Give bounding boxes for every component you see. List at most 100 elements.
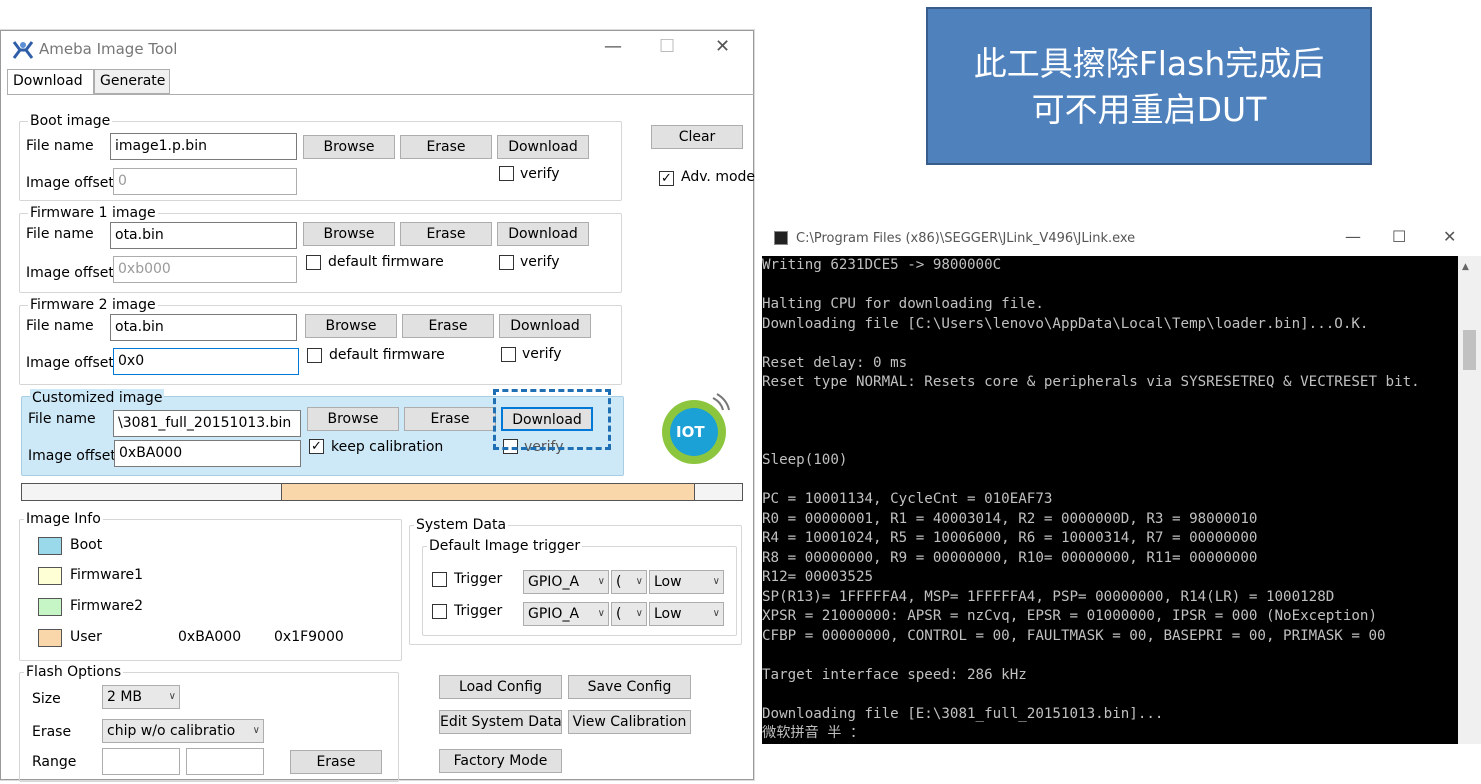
firmware2-legend-label: Firmware2 [70, 598, 144, 614]
jlink-window-title: C:\Program Files (x86)\SEGGER\JLink_V496… [796, 231, 1136, 246]
trigger2-pin-value: ( [616, 606, 622, 622]
trigger2-level-select[interactable]: Low ∨ [649, 602, 724, 626]
system-data-title: System Data [414, 516, 509, 534]
fw1-file-input[interactable]: ota.bin [110, 222, 297, 249]
ameba-titlebar[interactable]: Ameba Image Tool — ☐ ✕ [1, 31, 753, 67]
firmware1-image-group: Firmware 1 image File name ota.bin Brows… [19, 204, 622, 293]
fw1-file-label: File name [26, 226, 94, 242]
annotation-callout: 此工具擦除Flash完成后 可不用重启DUT [926, 7, 1372, 165]
minimize-button[interactable]: — [604, 35, 622, 59]
boot-verify-checkbox[interactable] [499, 166, 514, 181]
download-highlight-box [493, 389, 611, 450]
maximize-button[interactable]: ☐ [659, 35, 675, 59]
fw2-file-input[interactable]: ota.bin [110, 314, 297, 341]
custom-file-input[interactable]: \3081_full_20151013.bin [113, 410, 301, 437]
view-calibration-button[interactable]: View Calibration [568, 710, 691, 734]
scroll-up-icon[interactable]: ▲ [1462, 262, 1469, 272]
boot-erase-button[interactable]: Erase [400, 135, 492, 159]
fw1-offset-input[interactable]: 0xb000 [113, 256, 297, 283]
save-config-button[interactable]: Save Config [568, 675, 691, 699]
iot-logo-text: IOT [676, 423, 705, 441]
fw1-default-firmware-checkbox[interactable] [306, 255, 321, 270]
flash-size-label: Size [32, 691, 61, 707]
trigger2-gpio-select[interactable]: GPIO_A ∨ [523, 602, 609, 626]
factory-mode-button[interactable]: Factory Mode [439, 749, 562, 773]
console-output[interactable]: Writing 6231DCE5 -> 9800000C Halting CPU… [762, 256, 1458, 744]
boot-color-swatch [38, 537, 62, 555]
custom-offset-label: Image offset [28, 448, 116, 464]
flash-range-end-input[interactable] [186, 748, 264, 775]
chevron-down-icon: ∨ [597, 576, 605, 587]
trigger1-gpio-select[interactable]: GPIO_A ∨ [523, 570, 609, 594]
chevron-down-icon: ∨ [712, 576, 720, 587]
flash-erase-select[interactable]: chip w/o calibratio ∨ [102, 719, 264, 743]
jlink-maximize-button[interactable]: ☐ [1392, 225, 1406, 249]
tab-download[interactable]: Download [7, 69, 94, 95]
adv-mode-label: Adv. mode [681, 169, 756, 185]
boot-legend-label: Boot [70, 537, 103, 553]
flash-size-select[interactable]: 2 MB ∨ [102, 685, 180, 709]
progress-bar-fill [281, 484, 695, 500]
chevron-down-icon: ∨ [635, 576, 643, 587]
user-legend-label: User [70, 629, 102, 645]
flash-range-start-input[interactable] [102, 748, 180, 775]
scrollbar-thumb[interactable] [1463, 330, 1476, 370]
boot-image-group: Boot image File name image1.p.bin Browse… [19, 112, 622, 201]
fw1-erase-button[interactable]: Erase [400, 222, 492, 246]
trigger2-checkbox[interactable] [432, 604, 447, 619]
boot-file-input[interactable]: image1.p.bin [110, 133, 297, 160]
adv-mode-checkbox[interactable]: ✓ [659, 171, 674, 186]
close-button[interactable]: ✕ [715, 35, 730, 59]
trigger2-pin-select[interactable]: (∨ [611, 602, 647, 626]
fw2-verify-label: verify [522, 346, 562, 362]
boot-download-button[interactable]: Download [497, 135, 589, 159]
clear-button[interactable]: Clear [651, 125, 743, 149]
fw2-default-firmware-label: default firmware [329, 347, 445, 363]
jlink-minimize-button[interactable]: — [1345, 225, 1361, 249]
ameba-window-title: Ameba Image Tool [39, 40, 178, 58]
custom-browse-button[interactable]: Browse [307, 407, 399, 431]
boot-browse-button[interactable]: Browse [303, 135, 395, 159]
fw1-download-button[interactable]: Download [497, 222, 589, 246]
default-image-trigger-group: Default Image trigger Trigger GPIO_A ∨ (∨… [422, 537, 737, 636]
custom-offset-input[interactable]: 0xBA000 [114, 440, 301, 467]
console-scrollbar[interactable]: ▲ [1458, 256, 1481, 744]
callout-line-1: 此工具擦除Flash完成后 [973, 44, 1325, 83]
fw2-file-label: File name [26, 318, 94, 334]
load-config-button[interactable]: Load Config [439, 675, 562, 699]
fw2-offset-input[interactable]: 0x0 [113, 348, 299, 375]
fw2-verify-checkbox[interactable] [501, 347, 516, 362]
fw2-offset-label: Image offset [26, 355, 114, 371]
flash-range-label: Range [32, 754, 77, 770]
fw1-verify-checkbox[interactable] [499, 255, 514, 270]
jlink-close-button[interactable]: ✕ [1443, 225, 1456, 249]
fw2-default-firmware-checkbox[interactable] [307, 348, 322, 363]
fw1-verify-label: verify [520, 254, 560, 270]
custom-erase-button[interactable]: Erase [404, 407, 496, 431]
jlink-titlebar[interactable]: C:\Program Files (x86)\SEGGER\JLink_V496… [758, 222, 1481, 256]
trigger1-pin-select[interactable]: (∨ [611, 570, 647, 594]
fw2-erase-button[interactable]: Erase [402, 314, 494, 338]
trigger1-checkbox[interactable] [432, 572, 447, 587]
flash-erase-value: chip w/o calibratio [107, 723, 236, 739]
trigger1-level-select[interactable]: Low ∨ [649, 570, 724, 594]
chevron-down-icon: ∨ [712, 608, 720, 619]
edit-system-data-button[interactable]: Edit System Data [439, 710, 562, 734]
flash-erase-button[interactable]: Erase [290, 750, 382, 774]
fw1-browse-button[interactable]: Browse [303, 222, 395, 246]
tab-generate[interactable]: Generate [94, 69, 170, 94]
keep-calibration-checkbox[interactable]: ✓ [309, 439, 324, 454]
chevron-down-icon: ∨ [635, 608, 643, 619]
keep-calibration-label: keep calibration [331, 439, 444, 455]
trigger1-label: Trigger [454, 571, 503, 587]
firmware1-color-swatch [38, 567, 62, 585]
flash-erase-label: Erase [32, 724, 72, 740]
chevron-down-icon: ∨ [252, 725, 260, 736]
trigger2-gpio-value: GPIO_A [528, 606, 580, 622]
callout-line-2: 可不用重启DUT [1031, 90, 1267, 129]
user-end-address: 0x1F9000 [274, 629, 344, 645]
fw2-download-button[interactable]: Download [499, 314, 591, 338]
boot-offset-input[interactable]: 0 [113, 168, 297, 195]
trigger1-gpio-value: GPIO_A [528, 574, 580, 590]
fw2-browse-button[interactable]: Browse [305, 314, 397, 338]
